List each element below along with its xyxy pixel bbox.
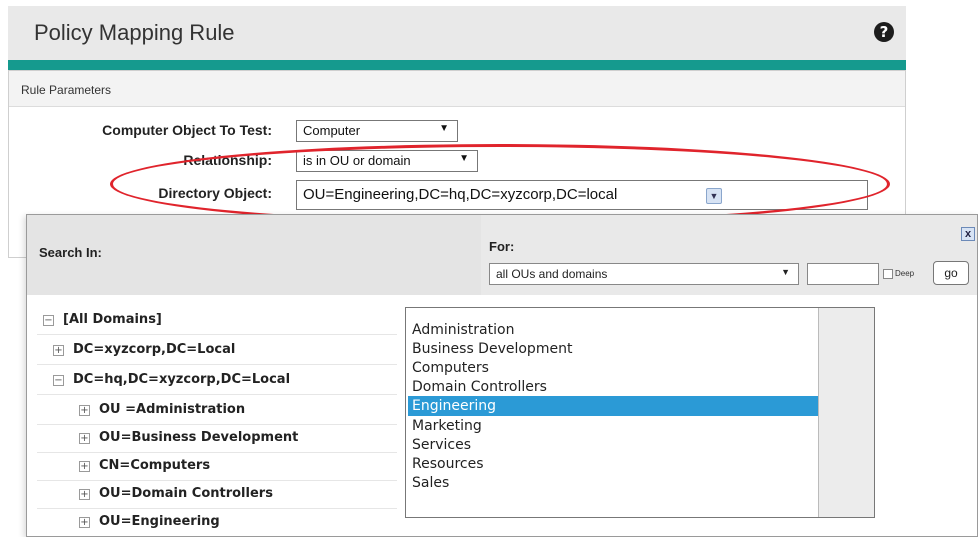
deep-label: Deep [895,269,915,278]
deep-checkbox[interactable] [883,269,893,279]
expand-icon[interactable]: + [79,489,90,500]
search-in-label: Search In: [39,245,102,260]
tree-node-label: OU=Domain Controllers [99,486,273,501]
for-section: For: x all OUs and domains ▼ Deep go [481,215,977,295]
for-select-value: all OUs and domains [496,267,608,281]
tree-node-label: CN=Computers [99,458,211,473]
tree-node-label: DC=xyzcorp,DC=Local [73,342,236,357]
expand-icon[interactable]: + [53,345,64,356]
accent-bar [8,60,906,70]
computer-object-value: Computer [303,123,361,138]
list-item[interactable]: Marketing [408,416,818,436]
section-header: Rule Parameters [9,71,905,107]
panel-header: Policy Mapping Rule ? [8,6,906,60]
list-item[interactable]: Computers [408,358,818,378]
listbox-scrollbar[interactable] [818,308,874,517]
list-item[interactable]: Administration [408,320,818,340]
computer-object-select[interactable]: Computer ▼ [296,120,458,142]
tree-node[interactable]: − [All Domains] [37,307,397,335]
collapse-icon[interactable]: − [43,315,54,326]
expand-icon[interactable]: + [79,433,90,444]
tree-node[interactable]: + OU=Domain Controllers [37,481,397,509]
expand-icon[interactable]: + [79,461,90,472]
tree-node[interactable]: + OU=Business Development [37,425,397,453]
relationship-value: is in OU or domain [303,153,411,168]
tree-node[interactable]: + OU=Engineering [37,509,397,537]
popup-search-bar: Search In: For: x all OUs and domains ▼ … [27,215,977,295]
help-icon[interactable]: ? [874,22,894,42]
list-item[interactable]: Domain Controllers [408,377,818,397]
tree-node[interactable]: − DC=hq,DC=xyzcorp,DC=Local [37,367,397,395]
dropdown-arrow-icon: ▼ [781,267,790,277]
directory-browser-popup: Search In: For: x all OUs and domains ▼ … [26,214,978,537]
tree-node-label: [All Domains] [63,312,162,327]
expand-icon[interactable]: + [79,517,90,528]
directory-object-value: OU=Engineering,DC=hq,DC=xyzcorp,DC=local [303,186,618,203]
list-item-selected[interactable]: Engineering [408,396,818,416]
directory-object-input[interactable]: OU=Engineering,DC=hq,DC=xyzcorp,DC=local [296,180,868,210]
tree-node-label: OU=Engineering [99,514,220,529]
tree-node-label: DC=hq,DC=xyzcorp,DC=Local [73,372,291,387]
go-button[interactable]: go [933,261,969,285]
for-search-input[interactable] [807,263,879,285]
relationship-label: Relationship: [183,152,272,168]
dropdown-arrow-icon: ▼ [459,153,469,164]
list-item[interactable]: Sales [408,473,818,493]
tree-node-label: OU =Administration [99,402,246,417]
dropdown-arrow-icon: ▼ [439,123,449,134]
tree-node[interactable]: + OU =Administration [37,397,397,425]
directory-object-label: Directory Object: [158,185,272,201]
for-select[interactable]: all OUs and domains ▼ [489,263,799,285]
ou-listbox[interactable]: Administration Business Development Comp… [405,307,875,518]
tree-node[interactable]: + DC=xyzcorp,DC=Local [37,337,397,365]
list-item[interactable]: Resources [408,454,818,474]
close-icon[interactable]: x [961,227,975,241]
directory-dropdown-button[interactable]: ▼ [706,188,722,204]
computer-object-label: Computer Object To Test: [102,122,272,138]
list-item[interactable]: Services [408,435,818,455]
relationship-select[interactable]: is in OU or domain ▼ [296,150,478,172]
section-title: Rule Parameters [21,83,112,97]
tree-node[interactable]: + CN=Computers [37,453,397,481]
list-item[interactable]: Business Development [408,339,818,359]
panel-title: Policy Mapping Rule [34,20,235,45]
collapse-icon[interactable]: − [53,375,64,386]
for-label: For: [489,239,515,254]
expand-icon[interactable]: + [79,405,90,416]
tree-node-label: OU=Business Development [99,430,299,445]
domain-tree: − [All Domains] + DC=xyzcorp,DC=Local − … [27,307,407,537]
